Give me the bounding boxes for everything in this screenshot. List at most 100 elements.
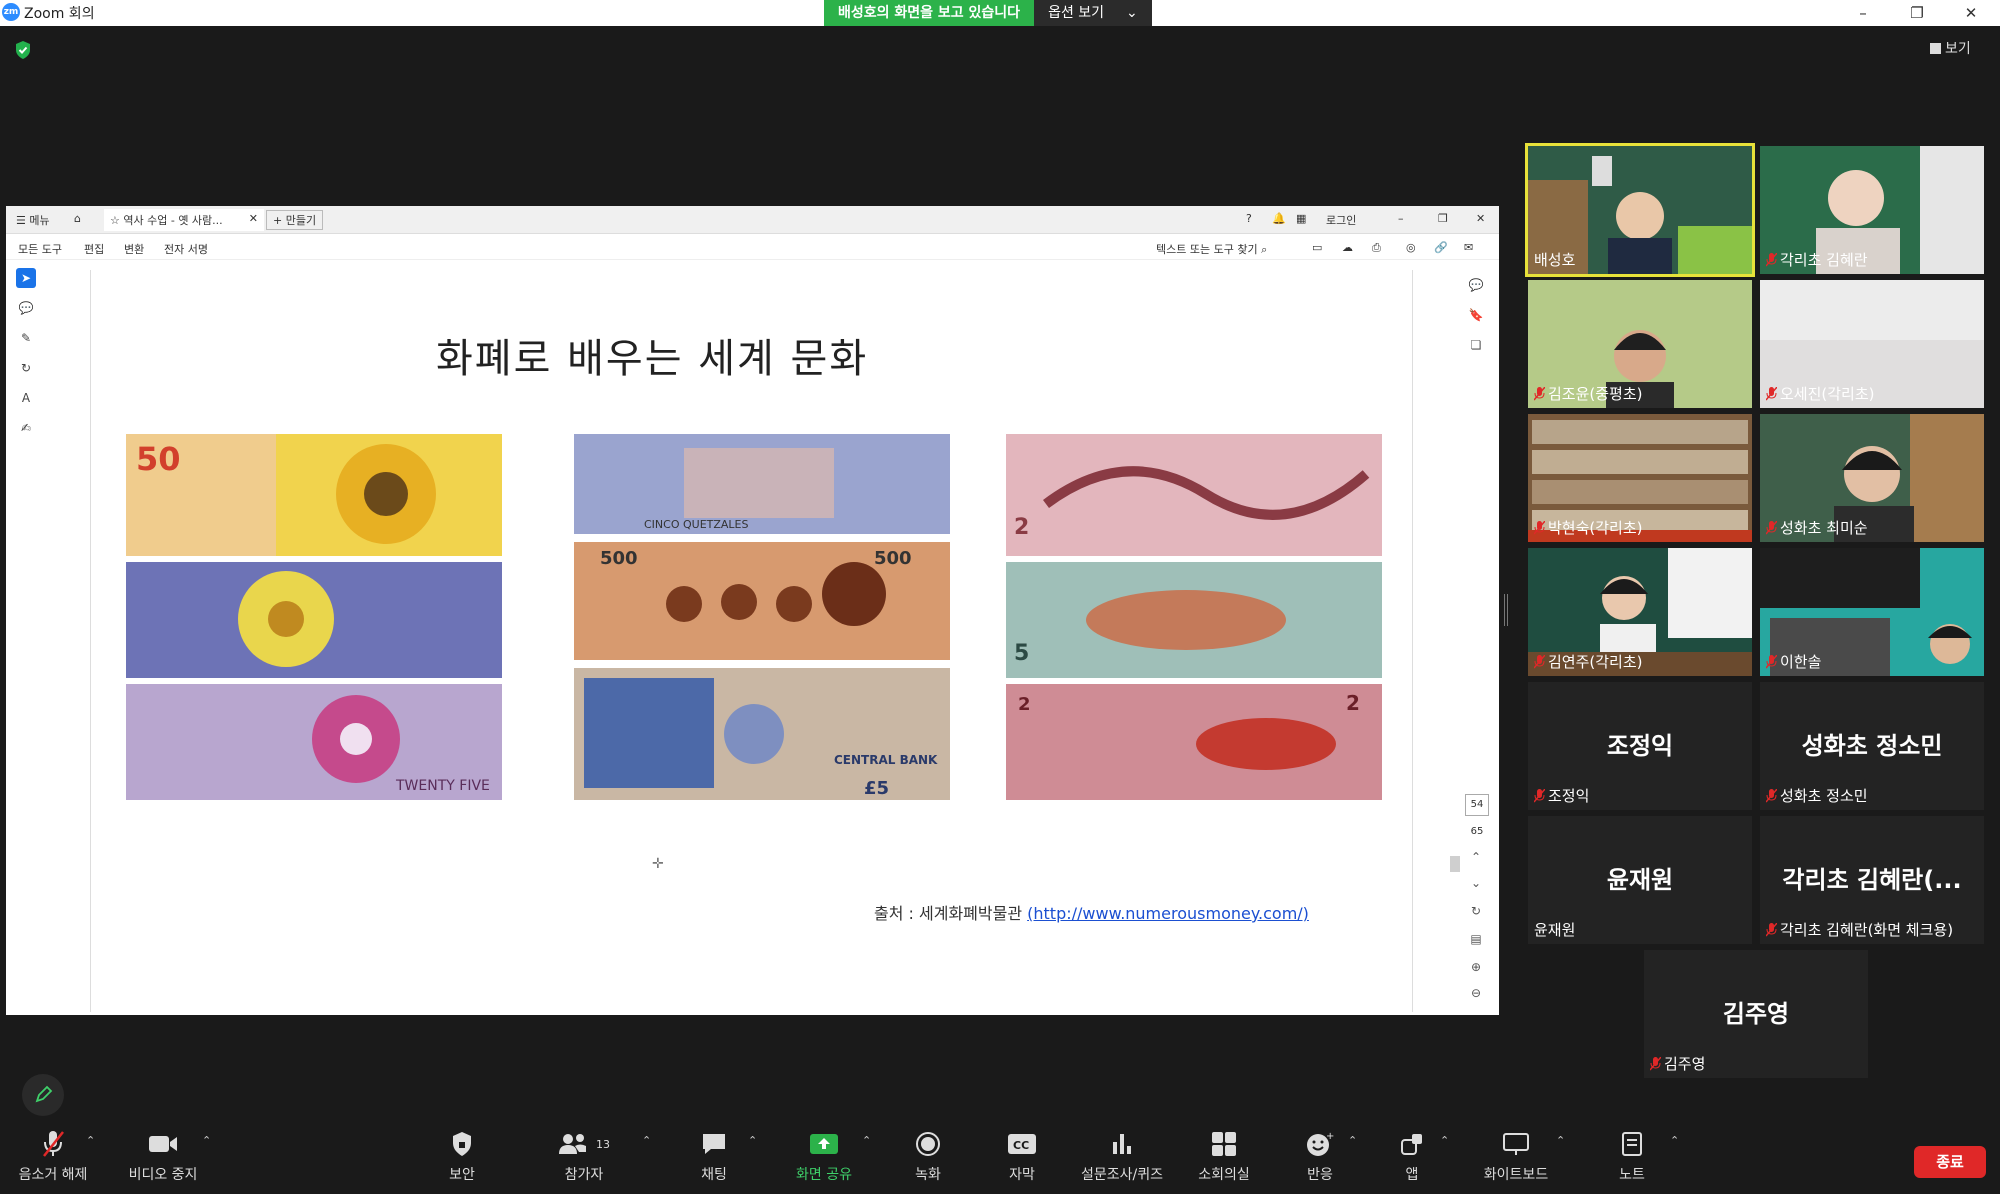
source-caption: 출처 : 세계화폐박물관 (http://www.numerousmoney.c…: [874, 904, 1309, 923]
view-options-button[interactable]: 옵션 보기 ⌄: [1034, 0, 1152, 26]
page-up-icon[interactable]: ⌃: [1465, 846, 1487, 868]
reactions-options-caret[interactable]: ⌃: [1348, 1134, 1357, 1147]
svg-text:5: 5: [1014, 641, 1029, 666]
crosshair-cursor-icon: ✛: [652, 856, 664, 872]
home-icon[interactable]: ⌂: [74, 212, 81, 225]
participant-tile[interactable]: 이한솔: [1760, 548, 1984, 676]
restore-icon[interactable]: ❐: [1890, 0, 1944, 26]
banknotes-children-image: CINCO QUETZALES 500 500 CENTRAL BANK £5: [574, 434, 950, 800]
minimize-icon[interactable]: –: [1836, 0, 1890, 26]
menu-convert[interactable]: 변환: [124, 241, 144, 257]
participant-tile[interactable]: 성화초 정소민 성화초 정소민: [1760, 682, 1984, 810]
share-link-icon[interactable]: ◎: [1406, 241, 1416, 254]
shield-check-icon[interactable]: [14, 40, 32, 60]
sign-tool-icon[interactable]: ✍: [16, 418, 36, 438]
doc-close-icon[interactable]: ✕: [1476, 212, 1485, 225]
mic-muted-icon: [1534, 520, 1545, 534]
share-screen-button[interactable]: 화면 공유: [784, 1126, 864, 1192]
security-button[interactable]: 보안: [422, 1126, 502, 1192]
svg-text:+: +: [1326, 1131, 1334, 1142]
participant-tile[interactable]: 박현숙(각리초): [1528, 414, 1752, 542]
chat-button[interactable]: 채팅: [674, 1126, 754, 1192]
audio-options-caret[interactable]: ⌃: [86, 1134, 95, 1147]
doc-restore-icon[interactable]: ❐: [1438, 212, 1448, 225]
fit-page-icon[interactable]: ▤: [1465, 928, 1487, 950]
comment-panel-icon[interactable]: 💬: [1465, 274, 1487, 296]
zoom-in-icon[interactable]: ⊕: [1465, 956, 1487, 978]
menu-edit[interactable]: 편집: [84, 241, 104, 257]
search-icon: ⌕: [1261, 243, 1268, 256]
link-icon[interactable]: 🔗: [1434, 241, 1448, 254]
save-icon[interactable]: ▭: [1312, 241, 1322, 254]
mic-muted-icon: [1766, 654, 1777, 668]
stop-video-button[interactable]: 비디오 중지: [120, 1126, 206, 1192]
participant-tile[interactable]: 각리초 김혜란: [1760, 146, 1984, 274]
participant-tile[interactable]: 각리초 김혜란(... 각리초 김혜란(화면 체크용): [1760, 816, 1984, 944]
captions-button[interactable]: CC 자막: [982, 1126, 1062, 1192]
apps-options-caret[interactable]: ⌃: [1440, 1134, 1449, 1147]
notes-button[interactable]: 노트: [1592, 1126, 1672, 1192]
draw-tool-icon[interactable]: ↻: [16, 358, 36, 378]
doc-minimize-icon[interactable]: –: [1398, 212, 1404, 225]
comment-tool-icon[interactable]: 💬: [16, 298, 36, 318]
view-button[interactable]: 보기: [1930, 38, 1971, 58]
unmute-button[interactable]: 음소거 해제: [10, 1126, 96, 1192]
rotate-icon[interactable]: ↻: [1465, 900, 1487, 922]
chat-options-caret[interactable]: ⌃: [748, 1134, 757, 1147]
page-down-icon[interactable]: ⌄: [1465, 872, 1487, 894]
pages-icon[interactable]: ❏: [1465, 334, 1487, 356]
mail-icon[interactable]: ✉: [1464, 241, 1473, 254]
whiteboard-options-caret[interactable]: ⌃: [1556, 1134, 1565, 1147]
star-icon: ☆: [110, 214, 120, 227]
participant-tile[interactable]: 오세진(각리초): [1760, 280, 1984, 408]
text-tool-icon[interactable]: A: [16, 388, 36, 408]
share-options-caret[interactable]: ⌃: [862, 1134, 871, 1147]
upload-icon[interactable]: ☁: [1342, 241, 1353, 254]
select-tool-icon[interactable]: ➤: [16, 268, 36, 288]
menu-all-tools[interactable]: 모든 도구: [18, 241, 62, 257]
participants-button[interactable]: 13 참가자: [544, 1126, 624, 1192]
zoom-logo: zm: [2, 3, 20, 21]
mic-muted-icon: [1766, 386, 1777, 400]
participant-tile[interactable]: 윤재원 윤재원: [1528, 816, 1752, 944]
participant-tile[interactable]: 배성호: [1525, 143, 1755, 277]
zoom-out-icon[interactable]: ⊖: [1465, 982, 1487, 1004]
splitter-handle[interactable]: [1504, 594, 1508, 626]
current-page[interactable]: 54: [1465, 794, 1489, 816]
whiteboard-button[interactable]: 화이트보드: [1476, 1126, 1556, 1192]
breakout-rooms-button[interactable]: 소회의실: [1184, 1126, 1264, 1192]
end-meeting-button[interactable]: 종료: [1914, 1146, 1986, 1178]
participant-tile[interactable]: 조정익 조정익: [1528, 682, 1752, 810]
print-icon[interactable]: ⎙: [1372, 241, 1381, 255]
notes-options-caret[interactable]: ⌃: [1670, 1134, 1679, 1147]
breakout-grid-icon: [1212, 1132, 1236, 1156]
page-right-edge: [1412, 270, 1413, 1012]
svg-text:TWENTY FIVE: TWENTY FIVE: [395, 778, 490, 794]
participant-tile[interactable]: 김주영 김주영: [1644, 950, 1868, 1078]
video-options-caret[interactable]: ⌃: [202, 1134, 211, 1147]
help-icon[interactable]: ?: [1246, 212, 1252, 225]
annotate-pen-button[interactable]: [22, 1074, 64, 1116]
create-button[interactable]: + 만들기: [266, 210, 324, 230]
participant-tile[interactable]: 김연주(각리초): [1528, 548, 1752, 676]
participant-display-name: 조정익: [1606, 732, 1674, 760]
bookmark-icon[interactable]: 🔖: [1465, 304, 1487, 326]
login-button[interactable]: 로그인: [1326, 212, 1356, 228]
close-tab-icon[interactable]: ✕: [249, 212, 258, 225]
menu-esign[interactable]: 전자 서명: [164, 241, 208, 257]
tool-search-field[interactable]: 텍스트 또는 도구 찾기 ⌕: [1156, 241, 1267, 257]
svg-text:500: 500: [874, 548, 912, 569]
apps-grid-icon[interactable]: ▦: [1296, 212, 1306, 225]
source-link[interactable]: (http://www.numerousmoney.com/): [1027, 904, 1309, 923]
close-icon[interactable]: ✕: [1944, 0, 1998, 26]
record-button[interactable]: 녹화: [888, 1126, 968, 1192]
document-tab[interactable]: ☆ 역사 수업 - 옛 사람... ✕: [104, 209, 264, 231]
menu-button[interactable]: ☰ 메뉴: [16, 212, 50, 228]
vertical-scrollbar[interactable]: [1450, 856, 1460, 872]
bell-icon[interactable]: 🔔: [1272, 212, 1286, 225]
participants-options-caret[interactable]: ⌃: [642, 1134, 651, 1147]
participant-tile[interactable]: 성화초 최미순: [1760, 414, 1984, 542]
participant-tile[interactable]: 김조윤(중평초): [1528, 280, 1752, 408]
highlight-tool-icon[interactable]: ✎: [16, 328, 36, 348]
polls-button[interactable]: 설문조사/퀴즈: [1076, 1126, 1168, 1192]
